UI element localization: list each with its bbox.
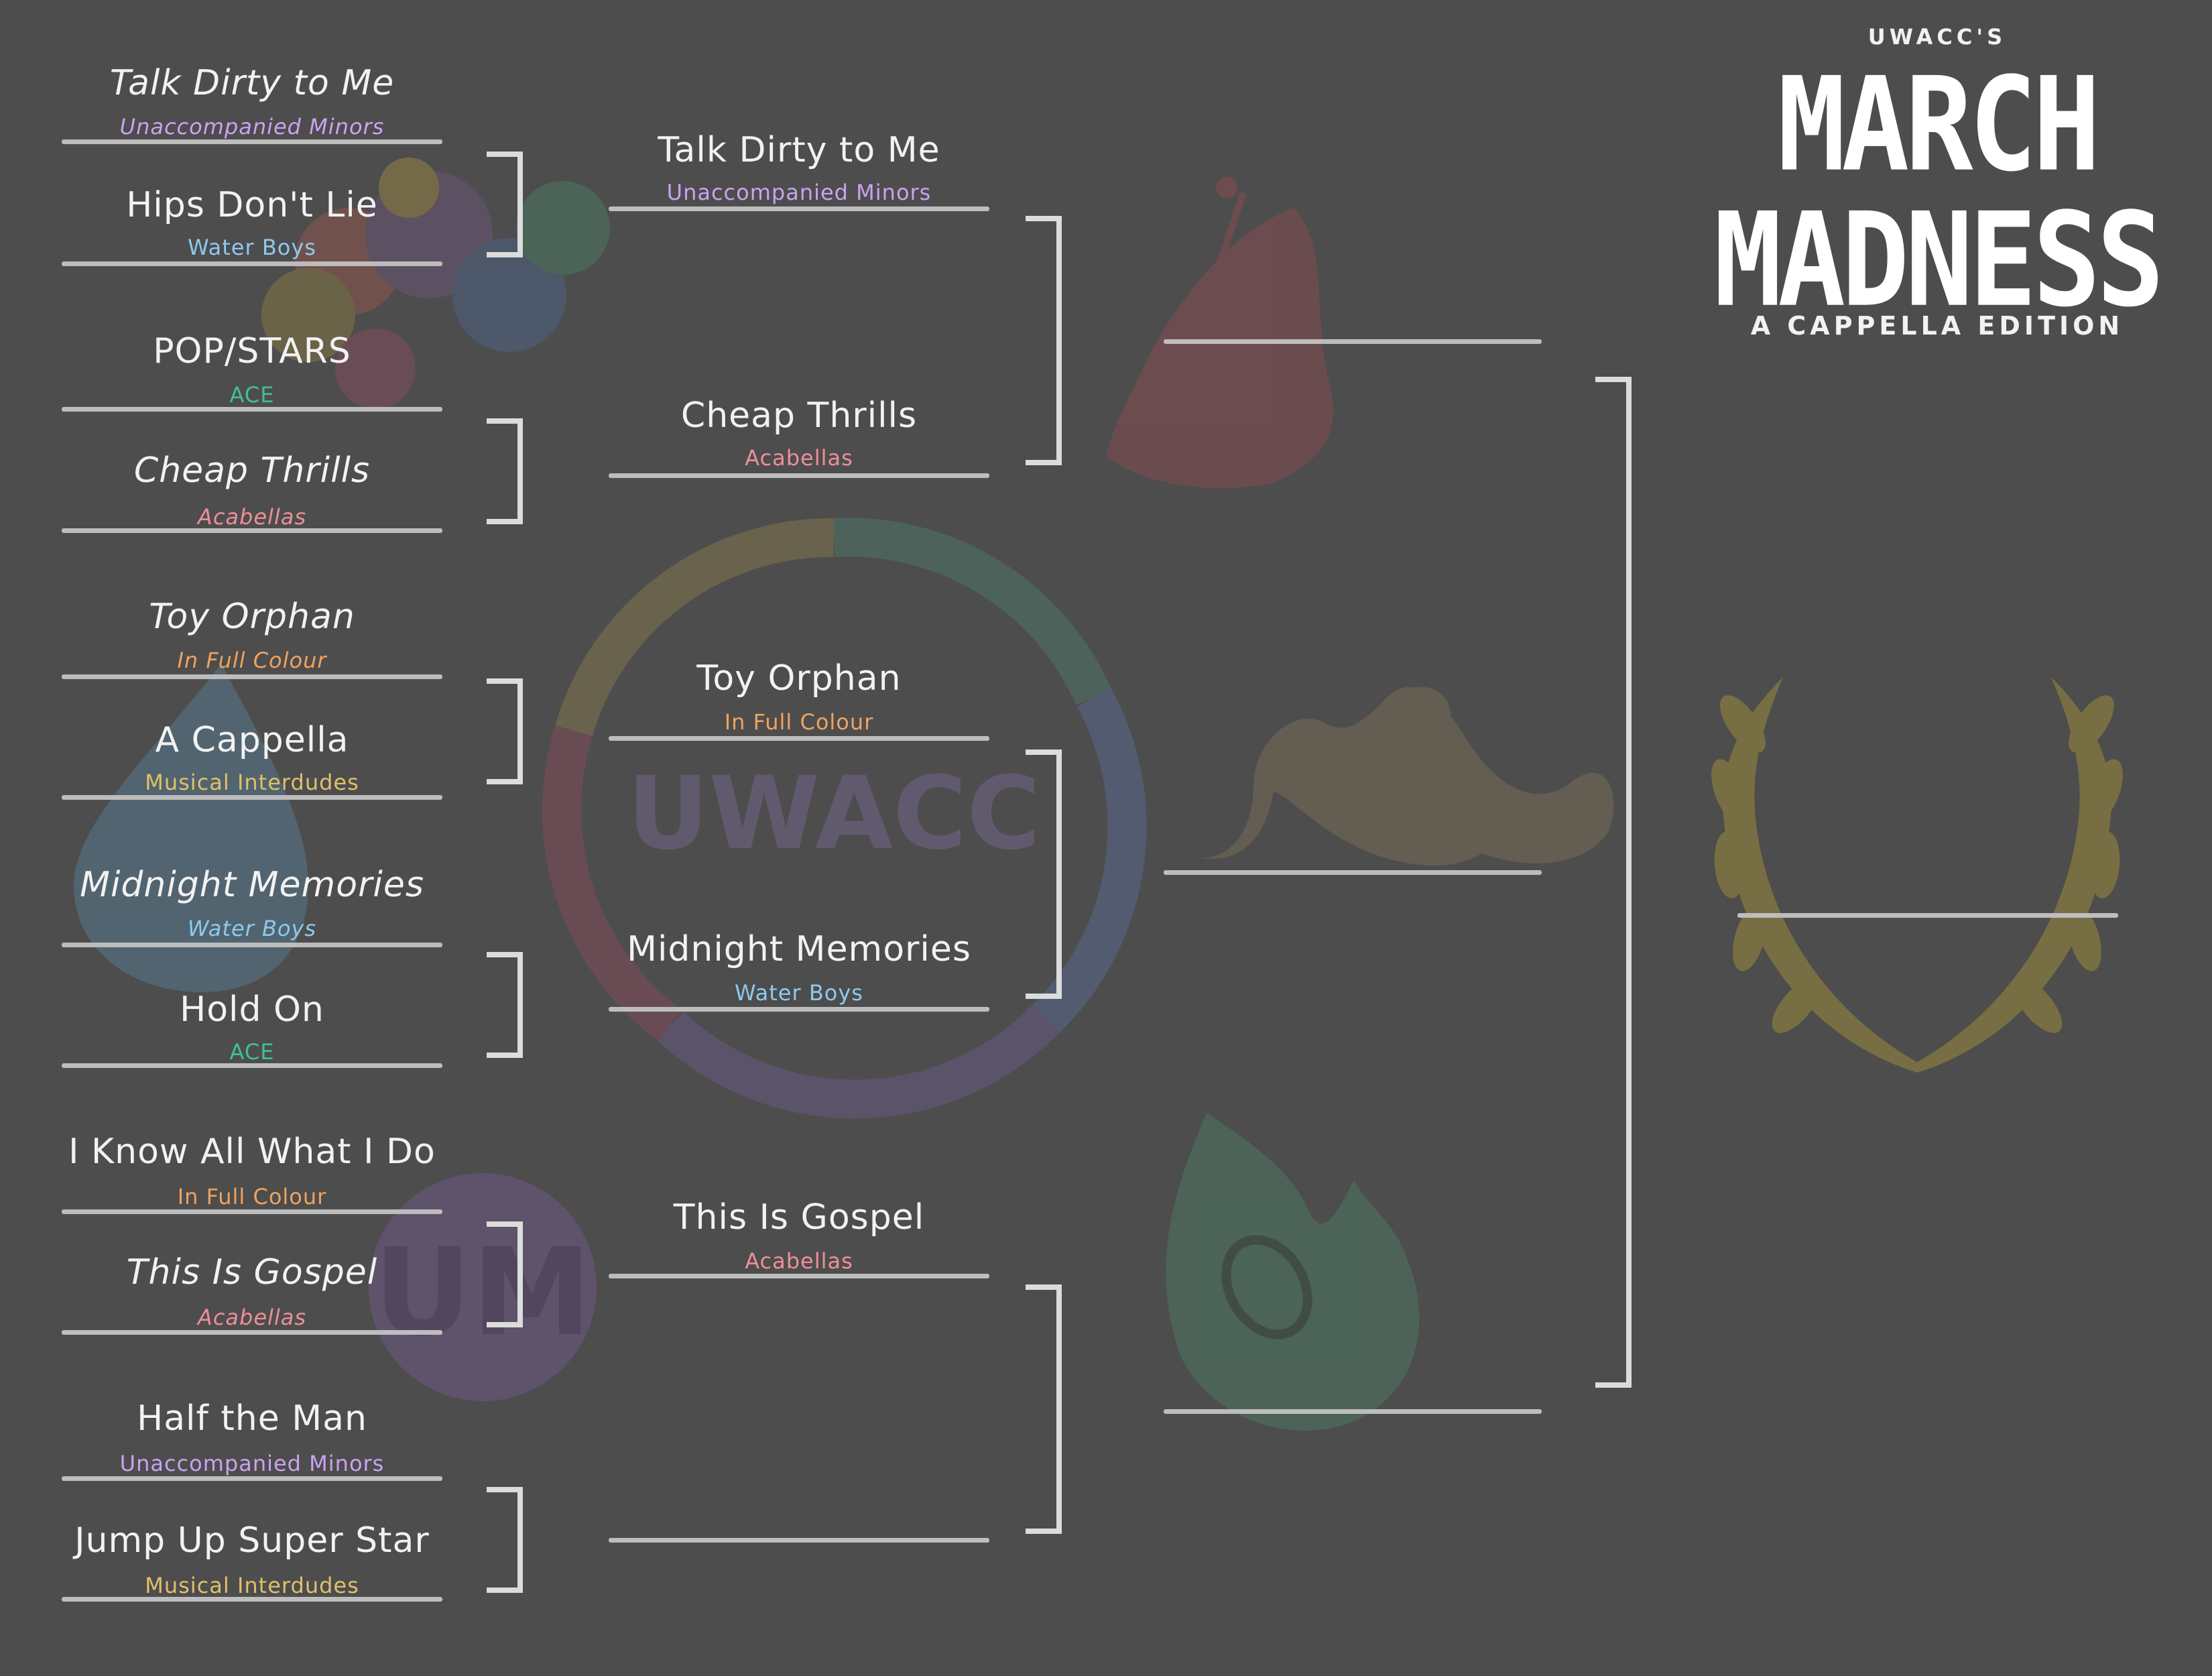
round-1-bracket bbox=[487, 418, 523, 524]
song-title: Talk Dirty to Me bbox=[658, 130, 940, 170]
song-title: POP/STARS bbox=[153, 331, 351, 371]
bracket-slot-line bbox=[62, 943, 442, 947]
bracket-slot-line bbox=[62, 674, 442, 679]
svg-text:UM: UM bbox=[373, 1223, 591, 1363]
bracket-slot-line bbox=[609, 1274, 989, 1278]
bracket-slot-line bbox=[609, 1007, 989, 1012]
group-name: Acabellas bbox=[197, 504, 307, 530]
song-title: Talk Dirty to Me bbox=[109, 63, 395, 103]
singer-silhouette-icon bbox=[1106, 177, 1333, 488]
bracket-slot-line bbox=[62, 1209, 442, 1214]
round-3-slot-line bbox=[1164, 339, 1542, 344]
bracket-slot-line bbox=[62, 1063, 442, 1068]
round-3-slot-line bbox=[1164, 870, 1542, 875]
bracket-poster: UWACC UM UWACC'S MARCH MADNESS A CAPPELL… bbox=[0, 0, 2212, 1676]
champion-slot bbox=[1737, 913, 2118, 918]
song-title: I Know All What I Do bbox=[68, 1132, 436, 1172]
song-title: Hold On bbox=[180, 990, 324, 1030]
bracket-slot-line bbox=[62, 139, 442, 144]
song-title: Cheap Thrills bbox=[680, 396, 918, 436]
group-name: Water Boys bbox=[735, 980, 863, 1006]
svg-text:UWACC: UWACC bbox=[627, 756, 1041, 872]
song-title: Jump Up Super Star bbox=[74, 1520, 430, 1561]
bracket-slot-line bbox=[62, 407, 442, 412]
round-2-bracket bbox=[1026, 750, 1062, 999]
round-2-bracket bbox=[1026, 1284, 1062, 1534]
song-title: This Is Gospel bbox=[126, 1252, 378, 1293]
group-name: Unaccompanied Minors bbox=[119, 114, 385, 139]
bracket-slot-line bbox=[609, 736, 989, 741]
group-name: Musical Interdudes bbox=[145, 770, 359, 795]
laurel-wreath-icon bbox=[1711, 677, 2123, 1073]
group-name: Acabellas bbox=[197, 1305, 307, 1330]
group-name: ACE bbox=[229, 1039, 275, 1065]
round-1-bracket bbox=[487, 1221, 523, 1327]
bracket-slot-line bbox=[609, 1538, 989, 1543]
group-name: In Full Colour bbox=[724, 709, 874, 735]
group-name: Musical Interdudes bbox=[145, 1573, 359, 1598]
bracket-slot-line bbox=[62, 795, 442, 800]
song-title: Hips Don't Lie bbox=[126, 185, 378, 225]
bracket-slot-line bbox=[62, 528, 442, 533]
mustache-icon bbox=[1200, 686, 1614, 866]
title-march: MARCH bbox=[1778, 49, 2101, 200]
bracket-slot-line bbox=[62, 261, 442, 266]
round-2-bracket bbox=[1026, 216, 1062, 465]
group-name: ACE bbox=[229, 382, 275, 408]
group-name: In Full Colour bbox=[177, 1184, 327, 1209]
org-label: UWACC'S bbox=[1867, 24, 2007, 50]
final-bracket bbox=[1595, 377, 1632, 1388]
group-name: Unaccompanied Minors bbox=[119, 1451, 385, 1476]
bracket-slot-line bbox=[609, 473, 989, 478]
song-title: Toy Orphan bbox=[149, 597, 355, 637]
bracket-slot-line bbox=[62, 1597, 442, 1602]
round-1-bracket bbox=[487, 678, 523, 784]
subtitle: A CAPPELLA EDITION bbox=[1750, 311, 2124, 341]
group-name: Acabellas bbox=[745, 1248, 853, 1274]
flame-microphone-icon bbox=[1166, 1113, 1420, 1431]
round-1-bracket bbox=[487, 952, 523, 1058]
group-name: Unaccompanied Minors bbox=[666, 180, 932, 205]
group-name: In Full Colour bbox=[177, 648, 327, 673]
bracket-slot-line bbox=[62, 1476, 442, 1481]
bracket-slot-line bbox=[62, 1330, 442, 1335]
song-title: Midnight Memories bbox=[80, 865, 424, 905]
song-title: Half the Man bbox=[137, 1398, 367, 1439]
song-title: Midnight Memories bbox=[627, 929, 971, 969]
song-title: A Cappella bbox=[155, 720, 349, 760]
group-name: Acabellas bbox=[745, 445, 853, 471]
round-3-slot-line bbox=[1164, 1409, 1542, 1414]
song-title: This Is Gospel bbox=[673, 1197, 925, 1238]
round-1-bracket bbox=[487, 1487, 523, 1593]
bracket-slot-line bbox=[609, 206, 989, 211]
round-1-bracket bbox=[487, 152, 523, 257]
song-title: Toy Orphan bbox=[696, 658, 902, 699]
song-title: Cheap Thrills bbox=[133, 451, 371, 491]
group-name: Water Boys bbox=[187, 916, 317, 941]
group-name: Water Boys bbox=[188, 235, 316, 260]
